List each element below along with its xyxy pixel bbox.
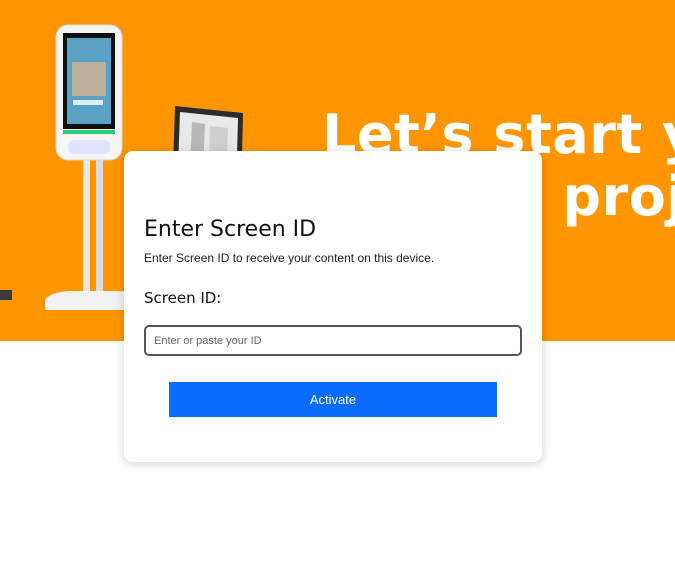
dialog-title: Enter Screen ID [144,217,317,242]
screen-id-dialog: Enter Screen ID Enter Screen ID to recei… [124,151,542,462]
activate-button[interactable]: Activate [169,382,497,417]
dialog-subtitle: Enter Screen ID to receive your content … [144,251,435,265]
screen-id-input[interactable] [144,325,522,356]
screen-id-label: Screen ID: [144,289,222,307]
partial-device-image [0,290,12,300]
